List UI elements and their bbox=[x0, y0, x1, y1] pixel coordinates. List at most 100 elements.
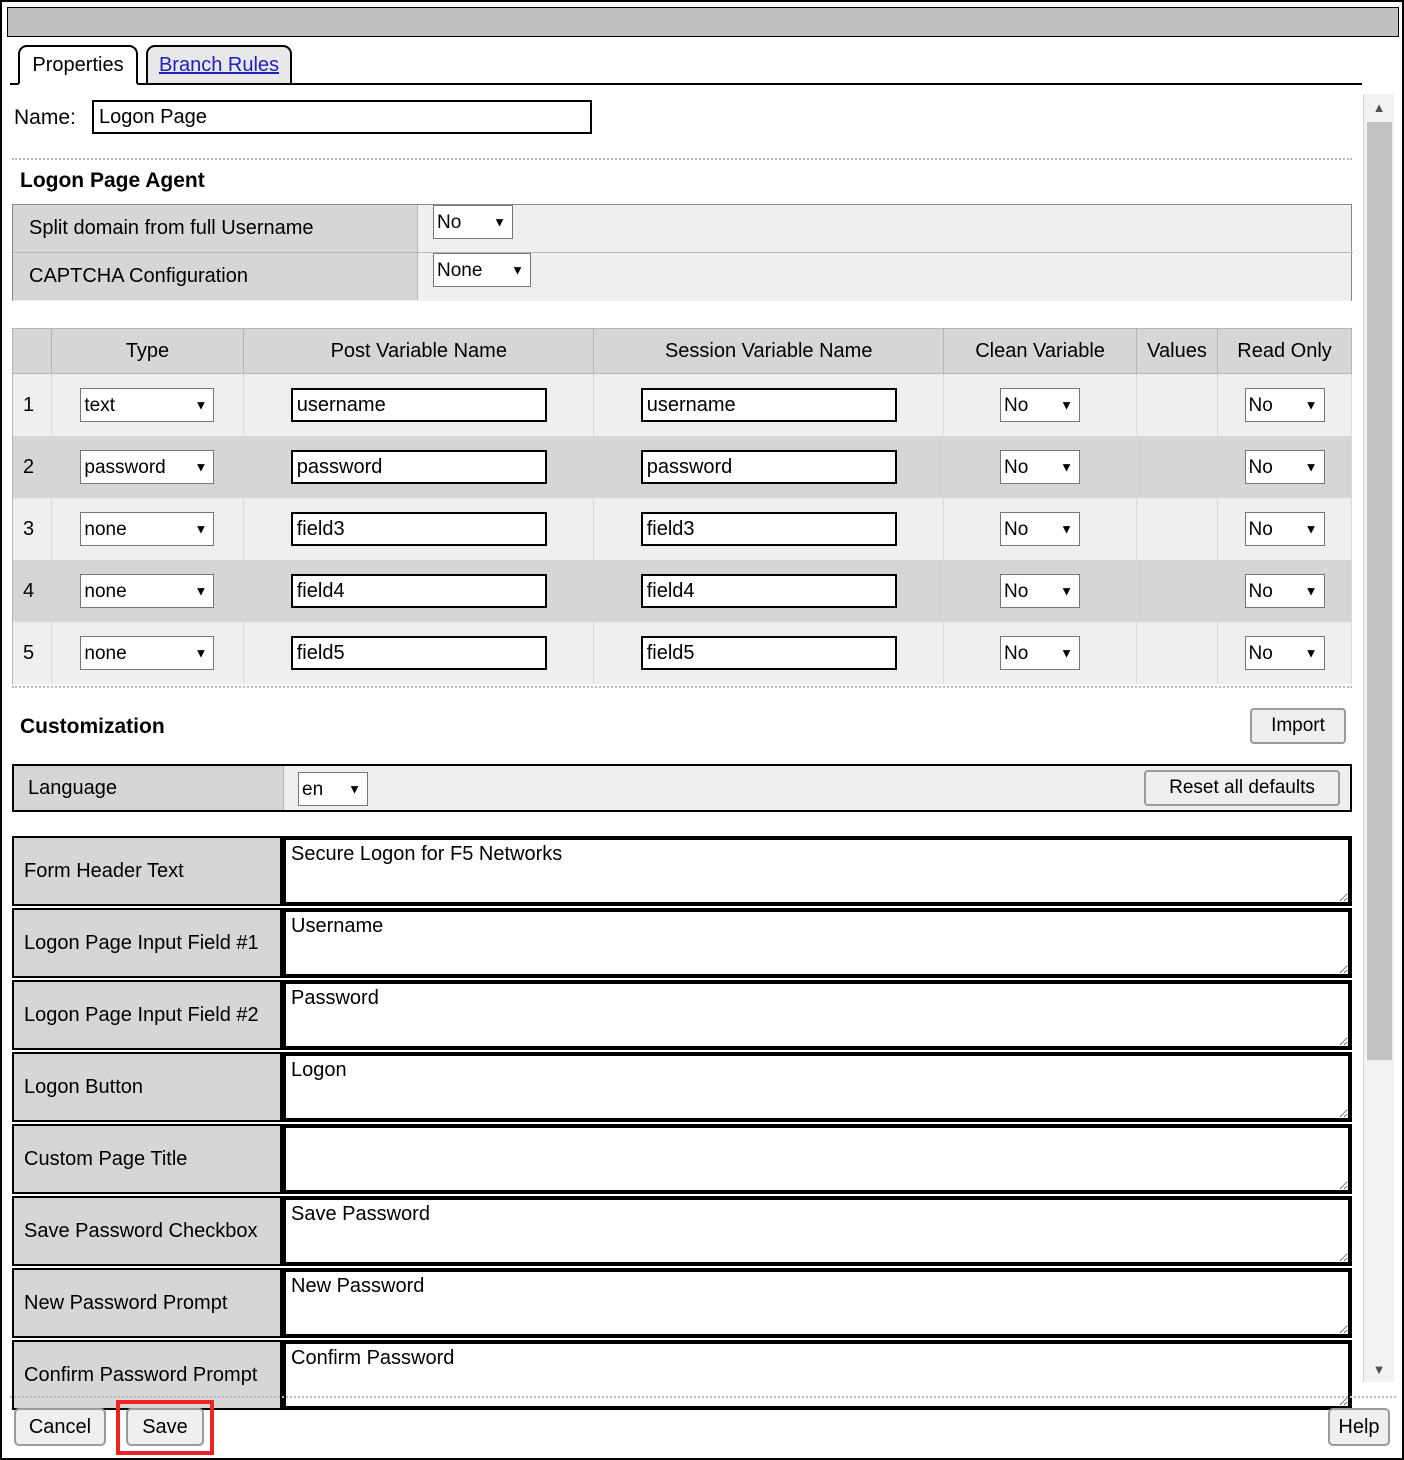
row-clean-variable-cell: No ▼ bbox=[943, 436, 1137, 498]
row-session-variable-input[interactable] bbox=[640, 512, 897, 546]
custom-row-value-cell: Password bbox=[282, 980, 1352, 1050]
tab-properties[interactable]: Properties bbox=[18, 45, 138, 85]
custom-row-value-cell: Confirm Password bbox=[282, 1340, 1352, 1410]
row-values-cell bbox=[1135, 373, 1219, 436]
language-label: Language bbox=[14, 766, 284, 810]
tab-branch-rules[interactable]: Branch Rules bbox=[146, 45, 292, 85]
row-post-variable-cell bbox=[243, 373, 595, 436]
cancel-button[interactable]: Cancel bbox=[14, 1408, 106, 1446]
custom-row-textarea[interactable]: Secure Logon for F5 Networks bbox=[284, 838, 1350, 904]
row-type-cell: none ▼ bbox=[50, 498, 245, 560]
header-session-variable-name: Session Variable Name bbox=[593, 328, 945, 374]
row-read-only-select[interactable]: No bbox=[1244, 450, 1325, 484]
row-session-variable-cell bbox=[593, 436, 945, 498]
split-domain-value-cell: No ▼ bbox=[419, 205, 1353, 252]
row-index: 2 bbox=[12, 436, 52, 498]
fields-table-header-row: Type Post Variable Name Session Variable… bbox=[12, 328, 1352, 374]
row-clean-variable-select[interactable]: No bbox=[1000, 574, 1081, 608]
row-session-variable-input[interactable] bbox=[640, 636, 897, 670]
custom-row-value-cell: Secure Logon for F5 Networks bbox=[282, 836, 1352, 906]
customization-title: Customization bbox=[20, 715, 165, 738]
custom-row-textarea[interactable] bbox=[284, 1126, 1350, 1192]
list-item: Confirm Password Prompt Confirm Password bbox=[12, 1340, 1352, 1410]
custom-row-textarea[interactable]: Logon bbox=[284, 1054, 1350, 1120]
custom-row-value-cell: Logon bbox=[282, 1052, 1352, 1122]
tab-branch-rules-label: Branch Rules bbox=[158, 54, 280, 76]
scroll-down-arrow-icon[interactable]: ▼ bbox=[1364, 1356, 1394, 1382]
name-label: Name: bbox=[14, 106, 76, 129]
name-input[interactable] bbox=[92, 100, 592, 134]
reset-all-defaults-button[interactable]: Reset all defaults bbox=[1144, 770, 1340, 806]
import-button[interactable]: Import bbox=[1250, 708, 1346, 744]
row-read-only-select[interactable]: No bbox=[1244, 388, 1325, 422]
row-clean-variable-select[interactable]: No bbox=[1000, 636, 1081, 670]
row-session-variable-cell bbox=[593, 373, 945, 436]
list-item: Logon Page Input Field #2 Password bbox=[12, 980, 1352, 1050]
list-item: Custom Page Title bbox=[12, 1124, 1352, 1194]
row-session-variable-input[interactable] bbox=[640, 450, 897, 484]
table-row: 3 none▼ No▼ No▼ bbox=[12, 498, 1352, 560]
custom-row-textarea[interactable]: Password bbox=[284, 982, 1350, 1048]
logon-page-agent-table: Split domain from full Username No ▼ CAP… bbox=[12, 204, 1353, 301]
row-read-only-cell: No ▼ bbox=[1217, 498, 1352, 560]
custom-row-label: Form Header Text bbox=[12, 836, 282, 906]
split-domain-select[interactable]: No bbox=[433, 205, 513, 239]
custom-row-value-cell: Username bbox=[282, 908, 1352, 978]
row-session-variable-input[interactable] bbox=[640, 574, 897, 608]
row-clean-variable-select[interactable]: No bbox=[1000, 512, 1081, 546]
row-read-only-select[interactable]: No bbox=[1244, 636, 1325, 670]
row-type-select[interactable]: none bbox=[80, 574, 215, 608]
save-button[interactable]: Save bbox=[126, 1408, 204, 1446]
row-clean-variable-select[interactable]: No bbox=[1000, 388, 1081, 422]
list-item: Save Password Checkbox Save Password bbox=[12, 1196, 1352, 1266]
tab-strip: Properties Branch Rules bbox=[10, 45, 1362, 85]
vertical-scrollbar[interactable]: ▲ ▼ bbox=[1363, 94, 1394, 1382]
row-post-variable-input[interactable] bbox=[290, 636, 547, 670]
row-type-select[interactable]: text bbox=[80, 388, 215, 422]
scrollbar-thumb[interactable] bbox=[1367, 122, 1392, 1060]
header-type: Type bbox=[50, 328, 245, 374]
list-item: Logon Page Input Field #1 Username bbox=[12, 908, 1352, 978]
row-index: 3 bbox=[12, 498, 52, 560]
captcha-select[interactable]: None bbox=[433, 253, 531, 287]
custom-row-label: Confirm Password Prompt bbox=[12, 1340, 282, 1410]
row-read-only-cell: No ▼ bbox=[1217, 622, 1352, 684]
row-type-select[interactable]: none bbox=[80, 636, 215, 670]
captcha-value-cell: None ▼ bbox=[419, 253, 1353, 300]
row-post-variable-cell bbox=[243, 498, 595, 560]
custom-row-textarea[interactable]: New Password bbox=[284, 1270, 1350, 1336]
table-row: 1 text▼ No▼ No▼ bbox=[12, 373, 1352, 436]
tab-properties-label: Properties bbox=[32, 54, 124, 76]
row-read-only-select[interactable]: No bbox=[1244, 574, 1325, 608]
scroll-up-arrow-icon[interactable]: ▲ bbox=[1364, 94, 1394, 120]
row-post-variable-input[interactable] bbox=[290, 512, 547, 546]
row-post-variable-input[interactable] bbox=[290, 388, 547, 422]
custom-row-textarea[interactable]: Username bbox=[284, 910, 1350, 976]
row-values-cell bbox=[1135, 560, 1219, 622]
row-type-select[interactable]: password bbox=[80, 450, 215, 484]
row-session-variable-cell bbox=[593, 498, 945, 560]
row-clean-variable-select[interactable]: No bbox=[1000, 450, 1081, 484]
row-post-variable-input[interactable] bbox=[290, 574, 547, 608]
row-session-variable-input[interactable] bbox=[640, 388, 897, 422]
row-post-variable-input[interactable] bbox=[290, 450, 547, 484]
custom-row-textarea[interactable]: Save Password bbox=[284, 1198, 1350, 1264]
row-type-select[interactable]: none bbox=[80, 512, 215, 546]
row-clean-variable-cell: No ▼ bbox=[943, 622, 1137, 684]
language-select[interactable]: en bbox=[298, 772, 368, 806]
row-index: 5 bbox=[12, 622, 52, 684]
separator-top bbox=[12, 158, 1352, 161]
row-values-cell bbox=[1135, 498, 1219, 560]
row-type-cell: password ▼ bbox=[50, 436, 245, 498]
custom-row-label: Logon Button bbox=[12, 1052, 282, 1122]
row-clean-variable-cell: No ▼ bbox=[943, 498, 1137, 560]
table-row: 2 password▼ No▼ No▼ bbox=[12, 436, 1352, 498]
header-read-only: Read Only bbox=[1217, 328, 1352, 374]
title-bar bbox=[7, 7, 1399, 37]
row-read-only-select[interactable]: No bbox=[1244, 512, 1325, 546]
row-read-only-cell: No ▼ bbox=[1217, 560, 1352, 622]
help-button[interactable]: Help bbox=[1328, 1408, 1390, 1446]
custom-row-label: Logon Page Input Field #1 bbox=[12, 908, 282, 978]
row-type-cell: none ▼ bbox=[50, 622, 245, 684]
captcha-label: CAPTCHA Configuration bbox=[13, 253, 418, 300]
